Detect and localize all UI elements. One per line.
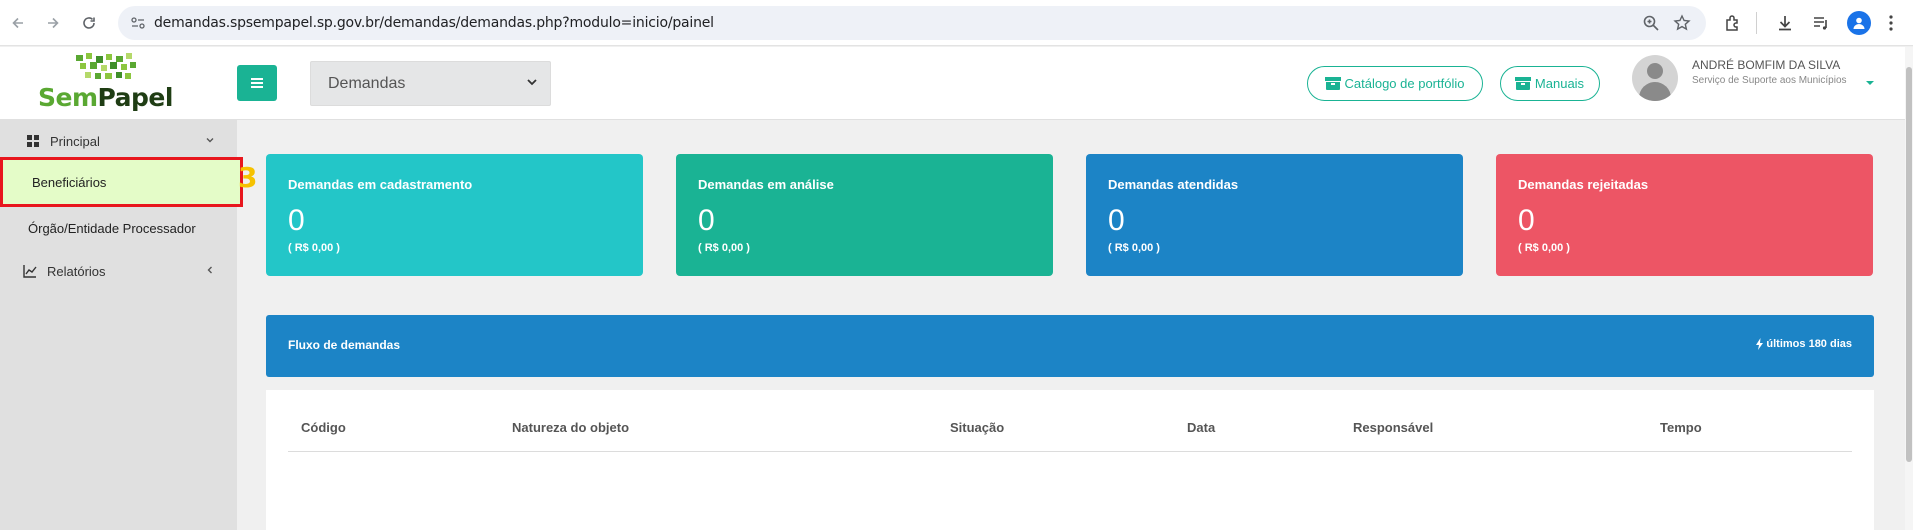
profile-avatar-icon[interactable]: [1847, 11, 1871, 35]
browser-toolbar: demandas.spsempapel.sp.gov.br/demandas/d…: [0, 0, 1913, 46]
line-chart-icon: [23, 265, 37, 278]
sidebar-item-beneficiarios[interactable]: Beneficiários 3: [0, 157, 257, 207]
download-icon[interactable]: [1774, 12, 1796, 34]
card-rejeitadas[interactable]: Demandas rejeitadas 0 ( R$ 0,00 ): [1496, 154, 1873, 276]
module-select[interactable]: Demandas: [310, 61, 551, 106]
card-amount: ( R$ 0,00 ): [1518, 242, 1570, 254]
card-em-cadastramento[interactable]: Demandas em cadastramento 0 ( R$ 0,00 ): [266, 154, 643, 276]
scrollbar-thumb[interactable]: [1906, 67, 1912, 462]
column-header-tempo[interactable]: Tempo: [1660, 420, 1702, 435]
card-title: Demandas em análise: [698, 177, 834, 192]
column-header-responsavel[interactable]: Responsável: [1353, 420, 1433, 435]
chevron-left-icon: [207, 266, 212, 274]
zoom-icon[interactable]: [1642, 14, 1660, 32]
demands-table: Código Natureza do objeto Situação Data …: [266, 390, 1874, 530]
app-header: SemPapel Demandas Catálogo de portfólio …: [0, 47, 1905, 120]
chevron-down-icon: [206, 138, 214, 143]
user-menu-caret-icon[interactable]: [1866, 81, 1874, 85]
card-em-analise[interactable]: Demandas em análise 0 ( R$ 0,00 ): [676, 154, 1053, 276]
menu-toggle-button[interactable]: [237, 65, 277, 101]
table-header-divider: [288, 451, 1852, 452]
manuals-button[interactable]: Manuais: [1500, 66, 1600, 101]
user-avatar[interactable]: [1632, 55, 1678, 101]
sempapel-logo[interactable]: SemPapel: [38, 51, 178, 117]
card-amount: ( R$ 0,00 ): [698, 242, 750, 254]
archive-icon: [1514, 77, 1531, 90]
bolt-icon: [1756, 338, 1764, 350]
archive-icon: [1324, 77, 1341, 90]
page-scrollbar[interactable]: [1905, 47, 1913, 530]
extensions-icon[interactable]: [1722, 12, 1744, 34]
card-amount: ( R$ 0,00 ): [288, 242, 340, 254]
dashboard-grid-icon: [27, 135, 39, 147]
url-text[interactable]: demandas.spsempapel.sp.gov.br/demandas/d…: [154, 15, 714, 31]
card-count: 0: [698, 204, 715, 237]
hamburger-icon: [251, 78, 263, 88]
media-queue-icon[interactable]: [1810, 12, 1832, 34]
sidebar-item-label: Beneficiários: [32, 175, 107, 190]
step-number-badge: 3: [238, 161, 258, 194]
user-name[interactable]: ANDRÉ BOMFIM DA SILVA: [1692, 58, 1840, 72]
user-unit: Serviço de Suporte aos Municípios: [1692, 75, 1847, 86]
card-atendidas[interactable]: Demandas atendidas 0 ( R$ 0,00 ): [1086, 154, 1463, 276]
browser-menu-icon[interactable]: [1880, 12, 1902, 34]
card-count: 0: [1518, 204, 1535, 237]
column-header-data[interactable]: Data: [1187, 420, 1215, 435]
column-header-situacao[interactable]: Situação: [950, 420, 1004, 435]
flow-period[interactable]: últimos 180 dias: [1756, 338, 1852, 350]
sidebar-item-principal[interactable]: Principal: [0, 120, 237, 162]
manuals-button-label: Manuais: [1534, 76, 1585, 91]
sidebar: Principal Beneficiários 3 Órgão/Entidade…: [0, 120, 257, 530]
card-count: 0: [288, 204, 305, 237]
module-select-value: Demandas: [328, 75, 406, 92]
card-amount: ( R$ 0,00 ): [1108, 242, 1160, 254]
forward-icon[interactable]: [41, 11, 65, 35]
card-title: Demandas em cadastramento: [288, 177, 473, 192]
reload-icon[interactable]: [77, 11, 101, 35]
card-title: Demandas atendidas: [1108, 177, 1239, 192]
flow-panel-header: Fluxo de demandas últimos 180 dias: [266, 315, 1874, 377]
card-title: Demandas rejeitadas: [1518, 177, 1649, 192]
address-bar[interactable]: demandas.spsempapel.sp.gov.br/demandas/d…: [118, 6, 1706, 40]
sidebar-item-relatorios[interactable]: Relatórios: [0, 250, 237, 292]
sidebar-item-label: Relatórios: [47, 264, 106, 279]
site-info-icon[interactable]: [130, 15, 146, 31]
catalog-button[interactable]: Catálogo de portfólio: [1307, 66, 1483, 101]
flow-period-label: últimos 180 dias: [1766, 338, 1852, 350]
sidebar-item-orgao-entidade[interactable]: Órgão/Entidade Processador: [0, 208, 237, 250]
column-header-codigo[interactable]: Código: [301, 420, 346, 435]
toolbar-divider: [1756, 12, 1757, 34]
column-header-natureza[interactable]: Natureza do objeto: [512, 420, 629, 435]
sidebar-item-label: Órgão/Entidade Processador: [28, 221, 196, 236]
bookmark-star-icon[interactable]: [1673, 14, 1691, 32]
back-icon[interactable]: [6, 11, 30, 35]
card-count: 0: [1108, 204, 1125, 237]
flow-title: Fluxo de demandas: [288, 338, 401, 352]
catalog-button-label: Catálogo de portfólio: [1344, 76, 1465, 91]
chevron-down-icon: [527, 79, 537, 86]
logo-wordmark: SemPapel: [38, 83, 173, 112]
logo-pixel-mark: [76, 53, 136, 79]
sidebar-item-label: Principal: [50, 134, 100, 149]
